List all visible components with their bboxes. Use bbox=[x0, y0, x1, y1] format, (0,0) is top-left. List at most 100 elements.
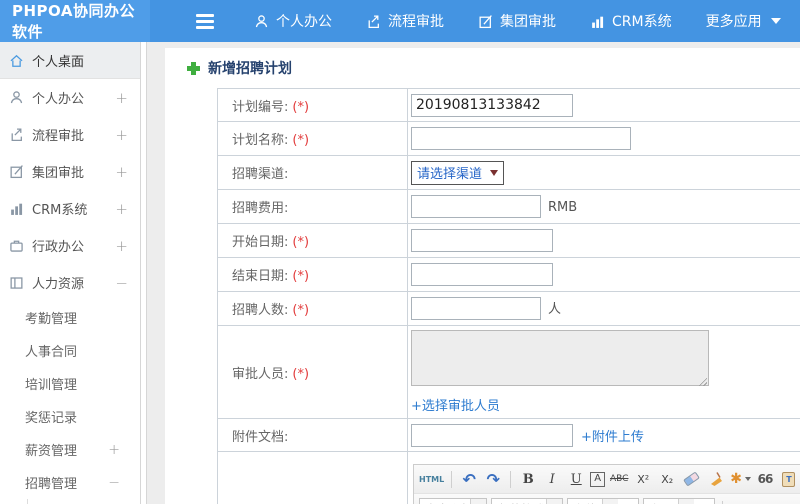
form-row-headcount: 招聘人数: (*) 人 bbox=[217, 291, 800, 326]
channel-select[interactable]: 请选择渠道 bbox=[411, 160, 505, 185]
field-label: 结束日期: bbox=[232, 269, 289, 284]
home-icon bbox=[9, 53, 24, 68]
format-painter-button[interactable]: ✱ bbox=[730, 469, 751, 489]
caret-down-icon bbox=[546, 499, 562, 504]
sidebar-subitem-recruitment[interactable]: 招聘管理 − bbox=[0, 466, 140, 499]
form-row-channel: 招聘渠道: 请选择渠道 bbox=[217, 155, 800, 190]
person-icon bbox=[9, 90, 24, 105]
superscript-button[interactable]: X² bbox=[633, 469, 653, 489]
sidebar-child-recruit-demand[interactable]: 招聘需求 bbox=[28, 499, 140, 504]
bold-button[interactable]: B bbox=[518, 469, 538, 489]
sidebar-subitem-attendance[interactable]: 考勤管理 bbox=[0, 301, 140, 334]
sidebar-item-hr[interactable]: 人力资源 − bbox=[0, 264, 140, 301]
end-date-input[interactable] bbox=[411, 263, 553, 286]
app-root: PHPOA协同办公软件 个人办公 流程审批 集团审批 CRM系统 更多应用 个人… bbox=[0, 0, 800, 504]
recruitment-submenu: 招聘需求 招聘计划 人才库 bbox=[27, 499, 140, 504]
sidebar-splitter[interactable] bbox=[140, 42, 147, 504]
required-marker: (*) bbox=[292, 303, 310, 318]
nav-personal-office[interactable]: 个人办公 bbox=[254, 11, 332, 31]
field-label: 开始日期: bbox=[232, 235, 289, 250]
sidebar-item-admin-office[interactable]: 行政办公 + bbox=[0, 227, 140, 264]
headcount-input[interactable] bbox=[411, 297, 541, 320]
expand-toggle[interactable]: + bbox=[108, 442, 120, 458]
editor-toolbar-row2: 自定义标题 段落格式 字体 字号 ∞ ∞ bbox=[414, 493, 800, 504]
form-row-start-date: 开始日期: (*) bbox=[217, 223, 800, 258]
strikethrough-button[interactable]: ABC bbox=[609, 469, 629, 489]
plan-code-input[interactable] bbox=[411, 93, 573, 117]
remove-format-button[interactable]: A bbox=[590, 471, 606, 487]
sidebar-item-process-approval[interactable]: 流程审批 + bbox=[0, 116, 140, 153]
eraser-button[interactable] bbox=[681, 469, 702, 489]
field-label: 审批人员: bbox=[232, 366, 289, 382]
caret-down-icon bbox=[770, 18, 781, 24]
expand-toggle[interactable]: + bbox=[115, 126, 128, 144]
custom-title-dropdown[interactable]: 自定义标题 bbox=[419, 498, 487, 504]
bar-chart-icon bbox=[9, 201, 24, 216]
redo-button[interactable]: ↷ bbox=[483, 469, 503, 489]
bar-chart-icon bbox=[590, 14, 605, 29]
field-label: 计划编号: bbox=[232, 99, 289, 115]
expand-toggle[interactable]: + bbox=[115, 163, 128, 181]
recruit-plan-form: 计划编号:(*) 计划名称:(*) 招聘渠道: 请选择渠道 招聘费用: RMB bbox=[217, 88, 800, 504]
caret-down-icon bbox=[678, 499, 695, 504]
expand-toggle[interactable]: + bbox=[115, 200, 128, 218]
nav-process-approval[interactable]: 流程审批 bbox=[366, 11, 444, 31]
field-label: 附件文档: bbox=[232, 429, 289, 445]
hamburger-menu-icon[interactable] bbox=[196, 13, 214, 29]
choose-approvers-link[interactable]: +选择审批人员 bbox=[411, 399, 500, 414]
paste-as-text-button[interactable]: T bbox=[779, 469, 799, 489]
main-panel: 新增招聘计划 计划编号:(*) 计划名称:(*) 招聘渠道: 请选择渠道 bbox=[165, 48, 800, 504]
clear-format-button[interactable] bbox=[706, 469, 726, 489]
sidebar: 个人桌面 个人办公 + 流程审批 + 集团审批 + CRM系统 + 行政办公 + bbox=[0, 42, 140, 504]
required-marker: (*) bbox=[292, 99, 310, 115]
form-row-plan-code: 计划编号: (*) bbox=[217, 88, 800, 122]
italic-button[interactable]: I bbox=[542, 469, 562, 489]
hr-card-icon bbox=[9, 275, 24, 290]
rich-text-editor: HTML ↶ ↷ B I U A ABC X² X₂ ✱ 66 T bbox=[413, 464, 800, 504]
nav-group-approval[interactable]: 集团审批 bbox=[478, 11, 556, 31]
underline-button[interactable]: U bbox=[566, 469, 586, 489]
field-label: 招聘人数: bbox=[232, 303, 289, 318]
toolbar-separator bbox=[510, 470, 512, 488]
approvers-textarea[interactable] bbox=[411, 330, 709, 386]
required-marker: (*) bbox=[292, 235, 310, 250]
blockquote-button[interactable]: 66 bbox=[755, 469, 775, 489]
headcount-unit: 人 bbox=[548, 301, 562, 317]
form-row-content-editor: HTML ↶ ↷ B I U A ABC X² X₂ ✱ 66 T bbox=[217, 451, 800, 504]
nav-crm-system[interactable]: CRM系统 bbox=[590, 11, 672, 31]
plan-name-input[interactable] bbox=[411, 127, 631, 150]
process-approval-icon bbox=[366, 14, 381, 29]
sidebar-item-desktop[interactable]: 个人桌面 bbox=[0, 42, 140, 79]
source-code-button[interactable]: HTML bbox=[419, 469, 444, 489]
sidebar-item-crm[interactable]: CRM系统 + bbox=[0, 190, 140, 227]
attachment-input[interactable] bbox=[411, 423, 573, 447]
collapse-toggle[interactable]: − bbox=[108, 475, 120, 491]
start-date-input[interactable] bbox=[411, 229, 553, 252]
sidebar-item-personal-office[interactable]: 个人办公 + bbox=[0, 79, 140, 116]
plus-icon bbox=[187, 61, 200, 75]
undo-button[interactable]: ↶ bbox=[459, 469, 479, 489]
font-family-dropdown[interactable]: 字体 bbox=[567, 498, 639, 504]
app-logo[interactable]: PHPOA协同办公软件 bbox=[0, 0, 150, 42]
form-row-end-date: 结束日期: (*) bbox=[217, 257, 800, 292]
collapse-toggle[interactable]: − bbox=[115, 274, 128, 292]
expand-toggle[interactable]: + bbox=[115, 237, 128, 255]
font-size-dropdown[interactable]: 字号 bbox=[643, 498, 715, 504]
top-nav: 个人办公 流程审批 集团审批 CRM系统 更多应用 bbox=[254, 11, 781, 31]
sidebar-subitem-rewards[interactable]: 奖惩记录 bbox=[0, 400, 140, 433]
field-label: 招聘费用: bbox=[232, 201, 289, 216]
nav-more-apps[interactable]: 更多应用 bbox=[706, 11, 781, 31]
sidebar-subitem-contracts[interactable]: 人事合同 bbox=[0, 334, 140, 367]
sidebar-item-group-approval[interactable]: 集团审批 + bbox=[0, 153, 140, 190]
field-label: 招聘渠道: bbox=[232, 167, 289, 182]
expand-toggle[interactable]: + bbox=[115, 89, 128, 107]
fee-input[interactable] bbox=[411, 195, 541, 218]
caret-down-icon bbox=[744, 477, 751, 481]
sidebar-subitem-training[interactable]: 培训管理 bbox=[0, 367, 140, 400]
subscript-button[interactable]: X₂ bbox=[657, 469, 677, 489]
required-marker: (*) bbox=[292, 269, 310, 284]
sidebar-subitem-salary[interactable]: 薪资管理 + bbox=[0, 433, 140, 466]
paragraph-format-dropdown[interactable]: 段落格式 bbox=[491, 498, 563, 504]
attachment-upload-link[interactable]: +附件上传 bbox=[581, 426, 644, 445]
clipboard-icon: T bbox=[782, 471, 796, 487]
